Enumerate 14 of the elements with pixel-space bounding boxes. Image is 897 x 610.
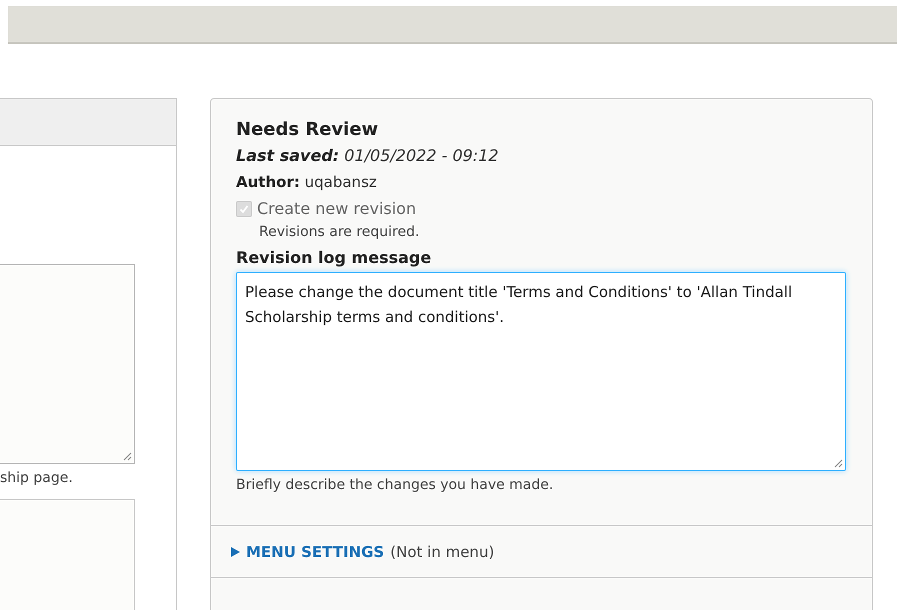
author-text: Author: uqabansz <box>236 173 378 191</box>
help-text: ship page. <box>0 470 74 486</box>
field-label: Revision log message <box>236 248 432 267</box>
checkmark-icon <box>239 204 249 214</box>
revision-log-field[interactable]: Please change the document title 'Terms and Conditions' to 'Allan Tindall Scholarship terms and conditions'. <box>236 272 846 471</box>
resize-handle-icon[interactable] <box>122 451 132 461</box>
triangle-icon[interactable] <box>231 546 240 556</box>
menu-settings-link[interactable]: MENU SETTINGS <box>246 542 384 560</box>
last-saved-text: Last saved: 01/05/2022 - 09:12 <box>236 146 500 165</box>
status-title: Needs Review <box>236 119 380 140</box>
help-text: Revisions are required. <box>259 224 420 240</box>
help-text: Briefly describe the changes you have made. <box>236 477 554 493</box>
resize-handle-icon[interactable] <box>833 458 843 468</box>
menu-summary: (Not in menu) <box>390 542 494 560</box>
